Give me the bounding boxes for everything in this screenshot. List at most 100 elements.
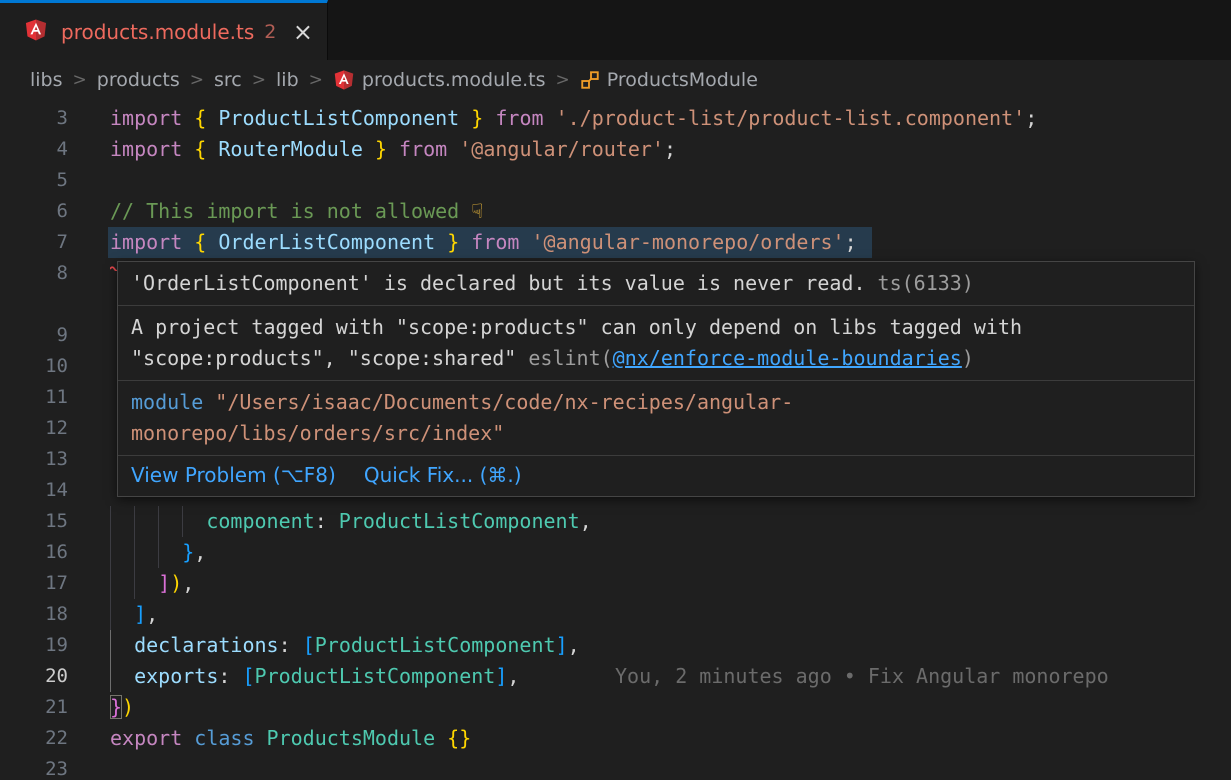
code-token xyxy=(110,664,134,688)
code-line-19[interactable]: declarations: [ProductListComponent], xyxy=(110,630,580,661)
code-token: ] xyxy=(556,633,568,657)
line-number: 12 xyxy=(0,413,68,444)
code-token: {} xyxy=(447,726,471,750)
chevron-right-icon: > xyxy=(252,70,266,90)
code-token: class xyxy=(194,726,266,750)
code-token: ProductListComponent xyxy=(255,664,496,688)
code-token: ; xyxy=(1025,106,1037,130)
code-line-17[interactable]: ]), xyxy=(110,568,194,599)
breadcrumb-label: lib xyxy=(276,69,299,91)
line-number: 5 xyxy=(0,165,68,196)
breadcrumb-label: products.module.ts xyxy=(362,69,546,91)
hover-text: ts(6133) xyxy=(866,271,974,295)
code-line-21[interactable]: }) xyxy=(110,692,134,723)
code-token: ; xyxy=(845,230,857,254)
code-token: } xyxy=(182,540,194,564)
code-token: RouterModule xyxy=(218,137,363,161)
hover-text: "/Users/isaac/Documents/code/nx-recipes/… xyxy=(215,390,793,414)
hover-section-1: 'OrderListComponent' is declared but its… xyxy=(118,262,1194,306)
line-number: 16 xyxy=(0,537,68,568)
chevron-right-icon: > xyxy=(73,70,87,90)
rule-link[interactable]: @nx/enforce-module-boundaries xyxy=(613,346,962,370)
code-token: from xyxy=(471,230,531,254)
line-number: 19 xyxy=(0,630,68,661)
line-number: 3 xyxy=(0,103,68,134)
code-token: exports xyxy=(134,664,218,688)
line-number: 20 xyxy=(0,661,68,692)
code-token: } xyxy=(447,230,471,254)
chevron-right-icon: > xyxy=(556,70,570,90)
code-token: ] xyxy=(495,664,507,688)
code-line-15[interactable]: component: ProductListComponent, xyxy=(110,506,592,537)
code-token: { xyxy=(194,137,218,161)
line-number: 11 xyxy=(0,382,68,413)
code-token xyxy=(459,106,471,130)
code-token: from xyxy=(399,137,459,161)
code-line-22[interactable]: export class ProductsModule {} xyxy=(110,723,471,754)
hover-section-2: A project tagged with "scope:products" c… xyxy=(118,306,1194,381)
hover-text-row: "scope:products", "scope:shared" eslint(… xyxy=(131,343,1181,374)
hover-actions: View Problem (⌥F8) Quick Fix... (⌘.) xyxy=(118,456,1194,494)
code-token: component xyxy=(206,509,314,533)
breadcrumb-item-productsmodule[interactable]: ProductsModule xyxy=(580,69,758,91)
code-token: [ xyxy=(303,633,315,657)
hover-text: 'OrderListComponent' is declared but its… xyxy=(131,271,866,295)
code-token: ) xyxy=(122,695,134,719)
code-token xyxy=(435,230,447,254)
breadcrumb-item-products[interactable]: products xyxy=(97,69,180,91)
line-number: 22 xyxy=(0,723,68,754)
chevron-right-icon: > xyxy=(309,70,323,90)
code-token: ProductListComponent xyxy=(315,633,556,657)
quick-fix-action[interactable]: Quick Fix... (⌘.) xyxy=(364,463,522,487)
code-token: './product-list/product-list.component' xyxy=(556,106,1026,130)
line-number: 14 xyxy=(0,475,68,506)
line-number: 13 xyxy=(0,444,68,475)
hover-text-row: 'OrderListComponent' is declared but its… xyxy=(131,268,1181,299)
hover-section-3: module "/Users/isaac/Documents/code/nx-r… xyxy=(118,381,1194,456)
breadcrumb-item-lib[interactable]: lib xyxy=(276,69,299,91)
code-token: ] xyxy=(134,602,146,626)
hover-text: eslint( xyxy=(528,346,612,370)
code-token: : xyxy=(315,509,339,533)
code-line-6[interactable]: // This import is not allowed ☟ xyxy=(110,196,483,227)
code-line-3[interactable]: import { ProductListComponent } from './… xyxy=(110,103,1037,134)
vscode-window: products.module.ts 2 × libs > products > src… xyxy=(0,0,1231,780)
code-token: declarations xyxy=(134,633,279,657)
code-token: ProductListComponent xyxy=(218,106,459,130)
close-icon[interactable]: × xyxy=(293,20,313,44)
code-token: import xyxy=(110,230,194,254)
code-line-4[interactable]: import { RouterModule } from '@angular/r… xyxy=(110,134,676,165)
code-token: export xyxy=(110,726,194,750)
code-token: } xyxy=(471,106,495,130)
code-token: // This import is not allowed xyxy=(110,199,471,223)
warning-squiggle xyxy=(543,253,856,260)
code-token: , xyxy=(507,664,519,688)
breadcrumb-item-products-module-ts[interactable]: products.module.ts xyxy=(333,69,546,91)
code-token: [ xyxy=(242,664,254,688)
hover-text: monorepo/libs/orders/src/index" xyxy=(131,421,504,445)
code-line-16[interactable]: }, xyxy=(110,537,206,568)
angular-icon xyxy=(333,69,355,91)
code-token: '@angular/router' xyxy=(459,137,664,161)
line-number: 4 xyxy=(0,134,68,165)
code-token: OrderListComponent xyxy=(218,230,435,254)
line-number: 8 xyxy=(0,258,68,289)
code-token: import xyxy=(110,137,194,161)
line-number: 10 xyxy=(0,351,68,382)
breadcrumb-item-src[interactable]: src xyxy=(214,69,242,91)
breadcrumb: libs > products > src > lib > products.module.t… xyxy=(0,60,1231,100)
line-number: 6 xyxy=(0,196,68,227)
code-token: , xyxy=(580,509,592,533)
tab-products-module[interactable]: products.module.ts 2 × xyxy=(0,0,328,60)
code-token: import xyxy=(110,106,194,130)
breadcrumb-item-libs[interactable]: libs xyxy=(30,69,63,91)
code-token xyxy=(363,137,375,161)
hover-text: ) xyxy=(962,346,974,370)
view-problem-action[interactable]: View Problem (⌥F8) xyxy=(131,463,336,487)
code-line-18[interactable]: ], xyxy=(110,599,158,630)
tab-title: products.module.ts xyxy=(61,20,254,44)
code-line-20[interactable]: exports: [ProductListComponent], xyxy=(110,661,519,692)
code-token xyxy=(110,602,134,626)
code-token: , xyxy=(182,571,194,595)
code-token: { xyxy=(194,230,218,254)
